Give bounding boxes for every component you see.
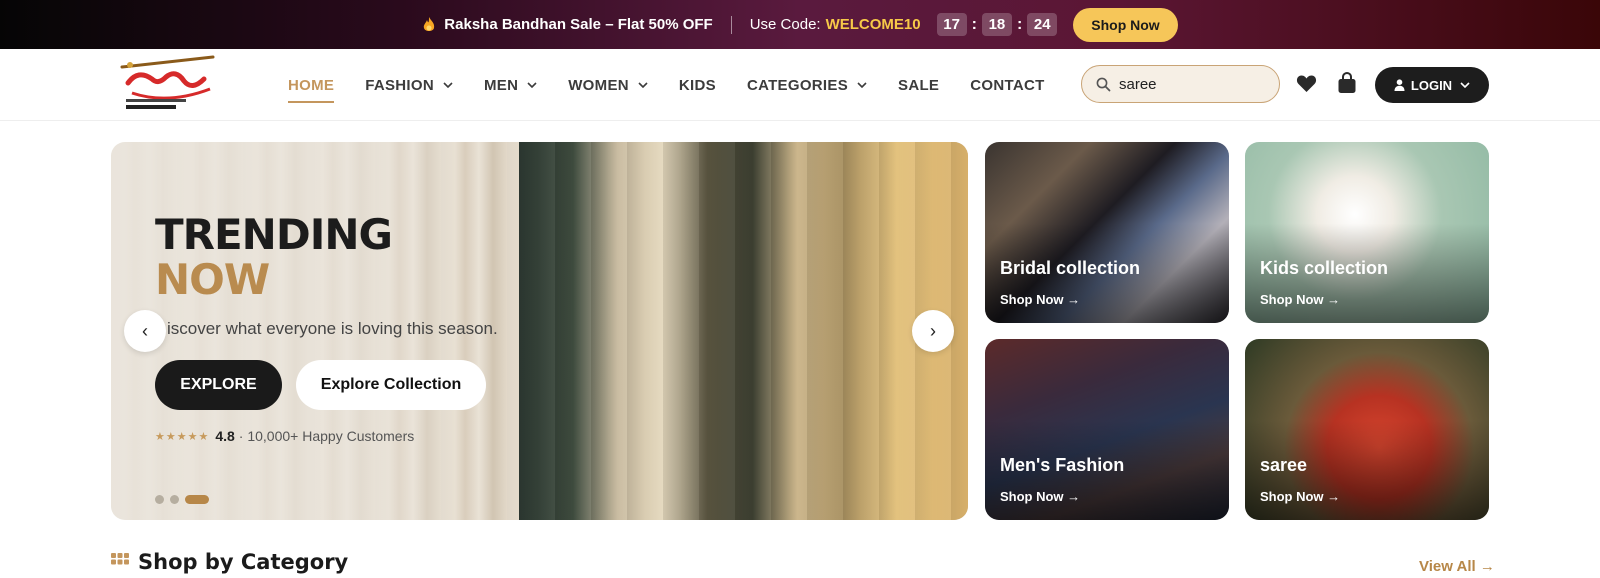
nav-item-categories[interactable]: CATEGORIES — [747, 77, 867, 94]
promo-card-title: Men's Fashion — [1000, 455, 1125, 475]
promo-card-title: Bridal collection — [1000, 258, 1141, 278]
site-header: HOME FASHION MEN WOMEN KIDS CATEGORIES S… — [0, 49, 1600, 121]
rating-value: 4.8 — [215, 428, 235, 444]
login-label: LOGIN — [1410, 77, 1453, 93]
nav-label: MEN — [483, 76, 519, 94]
nav-label: KIDS — [678, 76, 716, 94]
promo-card-saree[interactable]: saree Shop Now → — [1245, 339, 1489, 520]
nav-item-contact[interactable]: CONTACT — [970, 77, 1044, 94]
customer-rating: ★★★★★ 4.8 · 10,000+ Happy Customers — [155, 428, 414, 444]
code-label: Use Code: — [749, 16, 821, 33]
promo-card-link[interactable]: Shop Now → — [1000, 489, 1080, 504]
divider — [730, 15, 732, 34]
carousel-next-button[interactable]: › — [912, 310, 954, 352]
explore-button[interactable]: EXPLORE — [155, 360, 282, 410]
nav-label: FASHION — [365, 76, 434, 94]
countdown-timer: 17 : 18 : 24 — [936, 13, 1058, 36]
chevron-down-icon — [443, 82, 453, 88]
nav-label: HOME — [288, 76, 335, 94]
nav-label: SALE — [898, 76, 940, 94]
timer-separator: : — [971, 15, 977, 33]
view-all-link[interactable]: View All → — [1419, 558, 1495, 575]
explore-collection-button[interactable]: Explore Collection — [296, 360, 486, 410]
search-box[interactable] — [1081, 65, 1280, 103]
carousel-dot[interactable] — [170, 495, 179, 504]
carousel-prev-button[interactable]: ‹ — [124, 310, 166, 352]
search-icon — [1096, 77, 1111, 91]
site-logo[interactable] — [118, 53, 220, 113]
nav-item-men[interactable]: MEN — [484, 77, 537, 94]
nav-item-fashion[interactable]: FASHION — [365, 77, 453, 94]
hero-title-accent: NOW — [155, 255, 270, 304]
section-title: Shop by Category — [138, 550, 349, 574]
promo-card-title: Kids collection — [1260, 258, 1389, 278]
promo-card-kids[interactable]: Kids collection Shop Now → — [1245, 142, 1489, 323]
promo-card-link[interactable]: Shop Now → — [1260, 292, 1340, 307]
search-input[interactable] — [1119, 75, 1269, 93]
nav-item-home[interactable]: HOME — [288, 76, 335, 103]
hero-background-image — [519, 142, 968, 520]
main-nav: HOME FASHION MEN WOMEN KIDS CATEGORIES S… — [288, 49, 1076, 121]
chevron-down-icon — [857, 82, 867, 88]
hero-banner: TRENDING NOW iscover what everyone is lo… — [111, 142, 968, 520]
nav-label: WOMEN — [568, 76, 629, 94]
login-button[interactable]: LOGIN — [1375, 67, 1489, 103]
user-icon — [1394, 79, 1405, 91]
timer-hours: 17 — [936, 13, 967, 36]
nav-item-kids[interactable]: KIDS — [679, 77, 716, 94]
announcement-bar: Raksha Bandhan Sale – Flat 50% OFF Use C… — [0, 0, 1600, 49]
fire-icon — [424, 16, 435, 31]
timer-separator: : — [1016, 15, 1023, 33]
carousel-dot-active[interactable] — [185, 495, 209, 504]
chevron-down-icon — [527, 82, 537, 88]
promo-card-link[interactable]: Shop Now → — [1000, 292, 1080, 307]
timer-minutes: 18 — [981, 13, 1012, 36]
shopping-bag-icon[interactable] — [1337, 72, 1357, 94]
rating-text: · 10,000+ Happy Customers — [238, 428, 415, 444]
promo-card-mens[interactable]: Men's Fashion Shop Now → — [985, 339, 1229, 520]
nav-item-women[interactable]: WOMEN — [568, 77, 648, 94]
chevron-down-icon — [638, 82, 648, 88]
carousel-dots — [155, 495, 215, 504]
nav-item-sale[interactable]: SALE — [898, 77, 939, 94]
promo-card-title: saree — [1260, 455, 1308, 475]
carousel-dot[interactable] — [155, 495, 164, 504]
timer-seconds: 24 — [1027, 13, 1058, 36]
rating-stars: ★★★★★ — [155, 430, 210, 443]
shop-now-button[interactable]: Shop Now — [1073, 7, 1178, 42]
hero-title: TRENDING — [155, 210, 393, 259]
chevron-down-icon — [1460, 82, 1470, 88]
nav-label: CONTACT — [970, 76, 1045, 94]
nav-label: CATEGORIES — [746, 76, 849, 94]
grid-icon — [111, 553, 129, 565]
promo-code: WELCOME10 — [825, 16, 921, 33]
promo-card-link[interactable]: Shop Now → — [1260, 489, 1340, 504]
hero-subtitle: iscover what everyone is loving this sea… — [167, 319, 498, 338]
shop-by-category-heading: Shop by Category — [111, 550, 348, 574]
wishlist-heart-icon[interactable] — [1296, 74, 1317, 93]
promo-card-bridal[interactable]: Bridal collection Shop Now → — [985, 142, 1229, 323]
sale-text: Raksha Bandhan Sale – Flat 50% OFF — [444, 16, 713, 33]
